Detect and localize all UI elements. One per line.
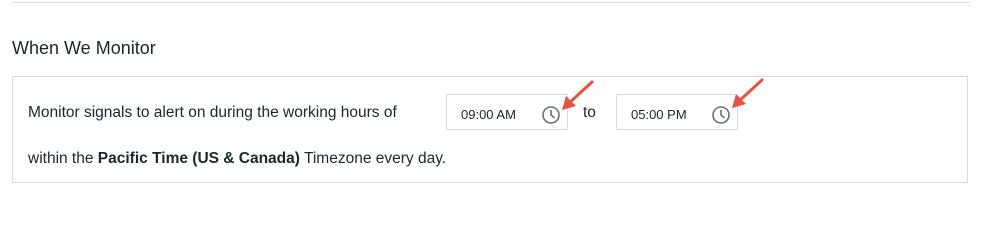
start-time-value[interactable]: 09:00 AM bbox=[461, 107, 516, 122]
end-time-value[interactable]: 05:00 PM bbox=[631, 107, 687, 122]
start-time-picker[interactable]: 09:00 AM bbox=[446, 94, 568, 130]
section-title: When We Monitor bbox=[12, 38, 156, 58]
timezone-name: Pacific Time (US & Canada) bbox=[97, 150, 300, 167]
timezone-sentence: within the Pacific Time (US & Canada) Ti… bbox=[28, 149, 446, 169]
timezone-prefix: within the bbox=[28, 150, 94, 167]
top-divider bbox=[12, 2, 970, 3]
arrow-annotation-icon bbox=[732, 78, 764, 108]
schedule-intro-text: Monitor signals to alert on during the w… bbox=[28, 104, 397, 121]
when-we-monitor-page: When We Monitor Monitor signals to alert… bbox=[0, 0, 999, 214]
timezone-suffix: Timezone every day. bbox=[303, 150, 447, 167]
end-time-picker[interactable]: 05:00 PM bbox=[616, 94, 738, 130]
arrow-annotation-icon bbox=[562, 80, 594, 110]
